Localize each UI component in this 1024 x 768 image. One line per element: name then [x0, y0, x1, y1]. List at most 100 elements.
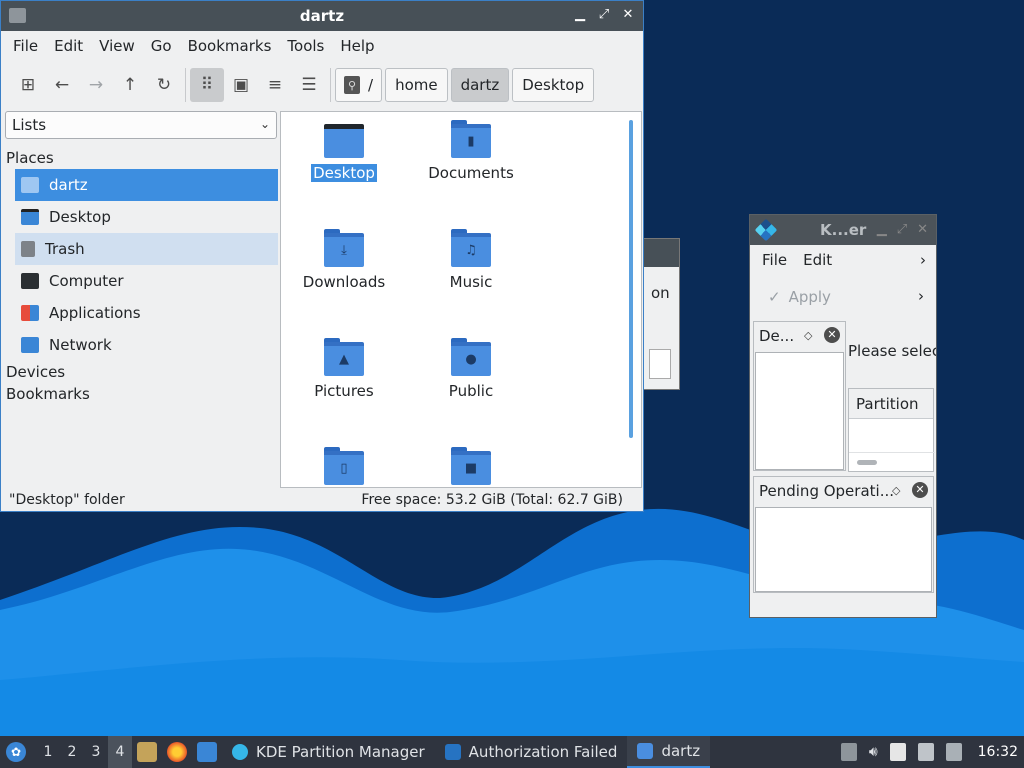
file-label: Downloads: [302, 273, 386, 291]
file-item-documents[interactable]: ▮ Documents: [410, 120, 532, 182]
auth-dialog-titlebar[interactable]: [641, 239, 679, 267]
breadcrumb-home[interactable]: home: [385, 68, 448, 102]
devices-dock-title: De...: [759, 327, 795, 345]
pm-menu-file[interactable]: File: [754, 251, 795, 269]
start-menu-icon[interactable]: ✿: [6, 742, 26, 762]
icon-view-icon[interactable]: ⠿: [190, 68, 224, 102]
notification-icon[interactable]: [945, 743, 962, 761]
devices-heading[interactable]: Devices: [1, 361, 281, 383]
file-item-downloads[interactable]: ⤓ Downloads: [283, 229, 405, 291]
computer-icon: [21, 273, 39, 289]
chevron-right-icon[interactable]: ›: [918, 287, 924, 305]
menu-view[interactable]: View: [91, 37, 143, 55]
task-authorization-failed[interactable]: Authorization Failed: [435, 736, 628, 768]
devices-list[interactable]: [755, 352, 844, 470]
firefox-launcher-icon[interactable]: [167, 742, 187, 762]
file-label: Documents: [428, 164, 514, 182]
file-item-public[interactable]: ● Public: [410, 338, 532, 400]
close-button[interactable]: ✕: [917, 222, 928, 237]
pm-menu-edit[interactable]: Edit: [795, 251, 840, 269]
menu-tools[interactable]: Tools: [279, 37, 332, 55]
chevron-right-icon[interactable]: ›: [920, 251, 926, 269]
apply-button[interactable]: Apply: [789, 288, 831, 306]
new-tab-icon[interactable]: ⊞: [11, 68, 45, 102]
task-dartz[interactable]: dartz: [627, 736, 711, 768]
sidebar-item-applications[interactable]: Applications: [15, 297, 278, 329]
pm-titlebar[interactable]: K...er ▁ ⤢ ✕: [750, 215, 936, 245]
close-button[interactable]: ✕: [621, 7, 635, 23]
sidebar-item-network[interactable]: Network: [15, 329, 278, 361]
folder-launcher-icon[interactable]: [197, 742, 217, 762]
file-item-pictures[interactable]: ▲ Pictures: [283, 338, 405, 400]
partition-column-header[interactable]: Partition: [849, 389, 933, 419]
toolbar-divider: [185, 68, 186, 102]
menu-bookmarks[interactable]: Bookmarks: [180, 37, 280, 55]
back-arrow-icon[interactable]: ←: [45, 68, 79, 102]
eject-icon[interactable]: [840, 743, 857, 761]
thumbnail-view-icon[interactable]: ▣: [224, 68, 258, 102]
sidebar-item-computer[interactable]: Computer: [15, 265, 278, 297]
file-manager-window[interactable]: dartz ▁ ⤢ ✕ File Edit View Go Bookmarks …: [0, 0, 644, 512]
minimize-button[interactable]: ▁: [573, 7, 587, 23]
side-pane-mode-select[interactable]: Lists ⌄: [5, 111, 277, 139]
file-item-music[interactable]: ♫ Music: [410, 229, 532, 291]
float-dock-icon[interactable]: ◇: [892, 484, 900, 497]
pending-dock-header[interactable]: Pending Operati... ◇ ✕: [754, 477, 933, 505]
close-dock-icon[interactable]: ✕: [824, 327, 840, 343]
sidebar-item-desktop[interactable]: Desktop: [15, 201, 278, 233]
menu-go[interactable]: Go: [143, 37, 180, 55]
file-label: Public: [448, 382, 494, 400]
workspace-4[interactable]: 4: [108, 736, 132, 768]
detailed-list-view-icon[interactable]: ☰: [292, 68, 326, 102]
close-dock-icon[interactable]: ✕: [912, 482, 928, 498]
authorization-dialog[interactable]: on: [640, 238, 680, 390]
workspace-2[interactable]: 2: [60, 744, 84, 760]
breadcrumb-root-label: /: [368, 76, 374, 94]
breadcrumb-desktop[interactable]: Desktop: [512, 68, 595, 102]
up-arrow-icon[interactable]: ↑: [113, 68, 147, 102]
templates-folder-icon: ▯: [324, 447, 364, 485]
pending-operations-list[interactable]: [755, 507, 932, 592]
file-item-videos[interactable]: ■: [410, 447, 532, 487]
float-dock-icon[interactable]: ◇: [804, 329, 812, 342]
workspace-3[interactable]: 3: [84, 744, 108, 760]
file-view[interactable]: Desktop ▮ Documents ⤓ Downloads ♫ Music …: [280, 111, 642, 488]
file-item-templates[interactable]: ▯: [283, 447, 405, 487]
folder-app-icon: [9, 8, 26, 23]
clipboard-icon[interactable]: [889, 743, 906, 761]
bookmarks-heading[interactable]: Bookmarks: [1, 383, 281, 405]
path-edit-icon: ⚲: [344, 76, 360, 94]
compact-view-icon[interactable]: ≡: [258, 68, 292, 102]
auth-dialog-button[interactable]: [649, 349, 671, 379]
vertical-scrollbar[interactable]: [629, 120, 633, 438]
menu-help[interactable]: Help: [332, 37, 382, 55]
file-manager-launcher-icon[interactable]: [137, 742, 157, 762]
side-pane-mode-value: Lists: [12, 116, 47, 134]
horizontal-scrollbar[interactable]: [857, 460, 877, 465]
partition-table[interactable]: Partition: [848, 388, 935, 472]
breadcrumb-dartz[interactable]: dartz: [450, 68, 510, 102]
volume-icon[interactable]: 🔊︎: [869, 744, 878, 760]
workspace-1[interactable]: 1: [36, 744, 60, 760]
file-item-desktop[interactable]: Desktop: [283, 120, 405, 182]
forward-arrow-icon[interactable]: →: [79, 68, 113, 102]
fm-titlebar[interactable]: dartz ▁ ⤢ ✕: [1, 1, 643, 31]
menu-edit[interactable]: Edit: [46, 37, 91, 55]
sidebar-item-dartz[interactable]: dartz: [15, 169, 278, 201]
clock[interactable]: 16:32: [978, 744, 1018, 760]
window-title: dartz: [299, 7, 345, 25]
partition-manager-window[interactable]: K...er ▁ ⤢ ✕ File Edit › ✓ Apply › De...…: [749, 214, 937, 618]
network-tray-icon[interactable]: [917, 743, 934, 761]
sidebar-item-trash[interactable]: Trash: [15, 233, 278, 265]
places-heading: Places: [6, 149, 54, 167]
minimize-button[interactable]: ▁: [877, 222, 887, 237]
maximize-button[interactable]: ⤢: [897, 222, 907, 237]
devices-dock-header[interactable]: De... ◇ ✕: [754, 322, 845, 350]
music-folder-icon: ♫: [451, 229, 491, 267]
maximize-button[interactable]: ⤢: [597, 7, 611, 23]
reload-icon[interactable]: ↻: [147, 68, 181, 102]
breadcrumb-root[interactable]: ⚲ /: [335, 68, 383, 102]
file-label: Music: [449, 273, 493, 291]
task-partition-manager[interactable]: KDE Partition Manager: [222, 736, 435, 768]
menu-file[interactable]: File: [5, 37, 46, 55]
